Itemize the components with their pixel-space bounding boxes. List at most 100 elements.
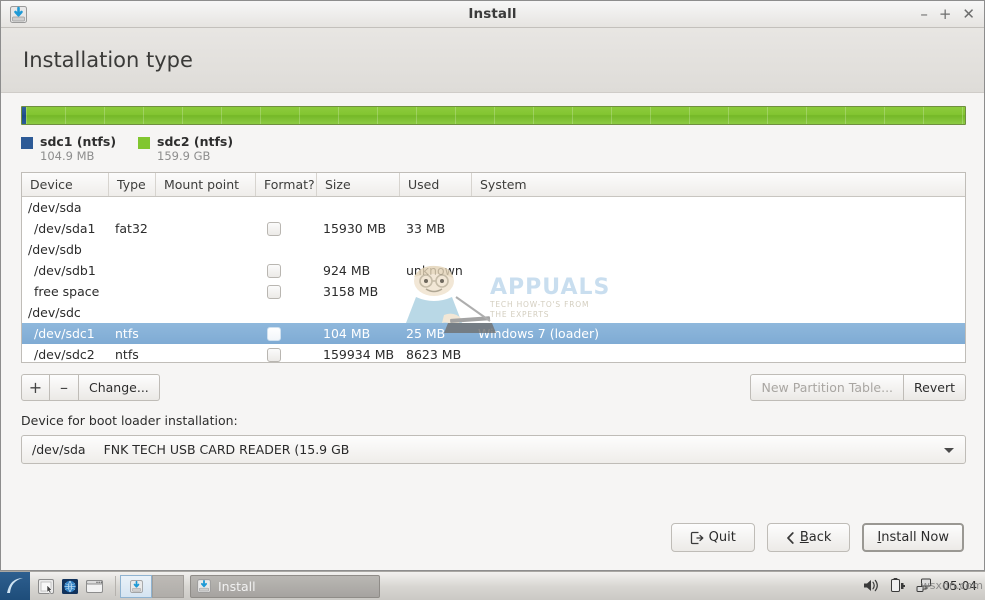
legend-item-sdc1: sdc1 (ntfs) 104.9 MB [21,134,116,163]
revert-button[interactable]: Revert [904,374,966,401]
table-body: /dev/sda/dev/sda1 fat32 15930 MB 33 MB/dev/… [22,197,965,362]
column-header-system[interactable]: System [472,173,965,196]
minimize-button[interactable]: – [920,7,928,22]
start-menu-button[interactable] [0,571,30,600]
legend-swatch-icon [138,137,151,149]
cell-size: 3158 MB [323,284,379,299]
cell-system: Windows 7 (loader) [478,326,599,341]
taskbar-button-label: Install [218,578,256,594]
taskbar-windows: Install [190,574,380,598]
cell-device: /dev/sda1 [34,221,96,236]
format-checkbox[interactable] [267,284,281,299]
window-controls: – + ✕ [920,1,975,28]
cell-device: /dev/sdc [28,305,81,320]
bootloader-device-description: FNK TECH USB CARD READER (15.9 GB [103,442,350,457]
window-titlebar: Install – + ✕ [1,1,984,28]
cell-type: ntfs [115,326,139,341]
install-rest: nstall Now [881,530,949,545]
table-row[interactable]: /dev/sdb [22,239,965,260]
cell-device: /dev/sdb [28,242,82,257]
page-header: Installation type [1,28,984,93]
format-checkbox[interactable] [267,347,281,362]
system-tray: 05:04 wsxdn.com [861,577,985,596]
install-disk-icon [197,579,211,593]
cell-type: ntfs [115,347,139,362]
bootloader-device-select[interactable]: /dev/sda FNK TECH USB CARD READER (15.9 … [21,435,966,464]
table-row[interactable]: /dev/sdc2 ntfs 159934 MB 8623 MB [22,344,965,362]
workspace-switcher [120,574,184,598]
cell-device: /dev/sdc1 [34,326,95,341]
table-row[interactable]: /dev/sda1 fat32 15930 MB 33 MB [22,218,965,239]
format-checkbox[interactable] [267,221,281,236]
cell-used: unknown [406,263,463,278]
column-header-used[interactable]: Used [400,173,472,196]
files-icon[interactable] [36,577,57,596]
table-row[interactable]: free space 3158 MB [22,281,965,302]
column-header-type[interactable]: Type [109,173,156,196]
format-checkbox[interactable] [267,326,281,341]
remove-partition-button[interactable]: – [50,374,79,401]
cell-size: 924 MB [323,263,371,278]
back-mnemonic: B [799,530,809,545]
cell-used: 25 MB [406,326,446,341]
partition-table[interactable]: Device Type Mount point Format? Size Use… [21,172,966,363]
column-header-format[interactable]: Format? [256,173,317,196]
taskbar-launchers [30,577,111,596]
maximize-button[interactable]: + [939,7,952,22]
exit-icon [690,531,704,544]
cell-size: 159934 MB [323,347,395,362]
change-partition-button[interactable]: Change... [79,374,160,401]
chevron-down-icon[interactable] [944,448,954,453]
cell-type: fat32 [115,221,148,236]
taskbar-separator [115,576,116,596]
column-header-device[interactable]: Device [22,173,109,196]
back-button-label: Back [800,530,832,545]
partition-actions-right: New Partition Table... Revert [750,374,966,401]
workspace-1[interactable] [120,574,152,598]
volume-icon[interactable] [861,577,882,596]
cell-format [256,221,317,236]
dialog-actions: Quit Back Install Now [670,523,964,552]
cell-format [256,347,317,362]
workspace-2[interactable] [152,574,184,598]
globe-icon[interactable] [60,577,81,596]
cell-used: 33 MB [406,221,446,236]
page-title: Installation type [23,48,193,72]
table-row[interactable]: /dev/sdc [22,302,965,323]
quit-button-label: Quit [708,530,736,545]
desktop-screen: Install – + ✕ Installation type sdc1 (nt… [0,0,985,600]
new-partition-table-button[interactable]: New Partition Table... [750,374,905,401]
cell-device: free space [34,284,100,299]
partition-segment-sdc2 [26,107,965,124]
format-checkbox[interactable] [267,263,281,278]
partition-usage-bar [21,106,966,125]
cell-device: /dev/sdb1 [34,263,96,278]
legend-size: 104.9 MB [40,149,95,163]
cell-format [256,284,317,299]
install-now-button[interactable]: Install Now [862,523,964,552]
battery-icon[interactable] [888,577,909,596]
table-row[interactable]: /dev/sdc1 ntfs 104 MB 25 MB Windows 7 (loade… [22,323,965,344]
quit-button[interactable]: Quit [670,523,755,552]
partition-actions-row: + – Change... New Partition Table... Rev… [21,374,966,401]
add-partition-button[interactable]: + [21,374,50,401]
legend-label: sdc1 (ntfs) [40,134,117,149]
bootloader-device-path: /dev/sda [32,442,86,457]
table-row[interactable]: /dev/sda [22,197,965,218]
installer-content: sdc1 (ntfs) 104.9 MB sdc2 (ntfs) 159.9 G… [1,93,984,570]
column-header-size[interactable]: Size [317,173,400,196]
terminal-icon[interactable] [84,577,105,596]
column-header-mount-point[interactable]: Mount point [156,173,256,196]
back-button[interactable]: Back [766,523,851,552]
taskbar-button-install[interactable]: Install [190,574,380,598]
cell-used: 8623 MB [406,347,462,362]
taskbar: Install 05:04 wsxdn.com [0,571,985,600]
start-logo-icon [7,578,23,593]
cell-format [256,263,317,278]
chevron-left-icon [786,531,794,544]
close-button[interactable]: ✕ [962,7,975,22]
install-disk-icon [129,579,143,593]
table-row[interactable]: /dev/sdb1 924 MB unknown [22,260,965,281]
window-title: Install [468,6,517,22]
partition-legend: sdc1 (ntfs) 104.9 MB sdc2 (ntfs) 159.9 G… [21,134,964,163]
